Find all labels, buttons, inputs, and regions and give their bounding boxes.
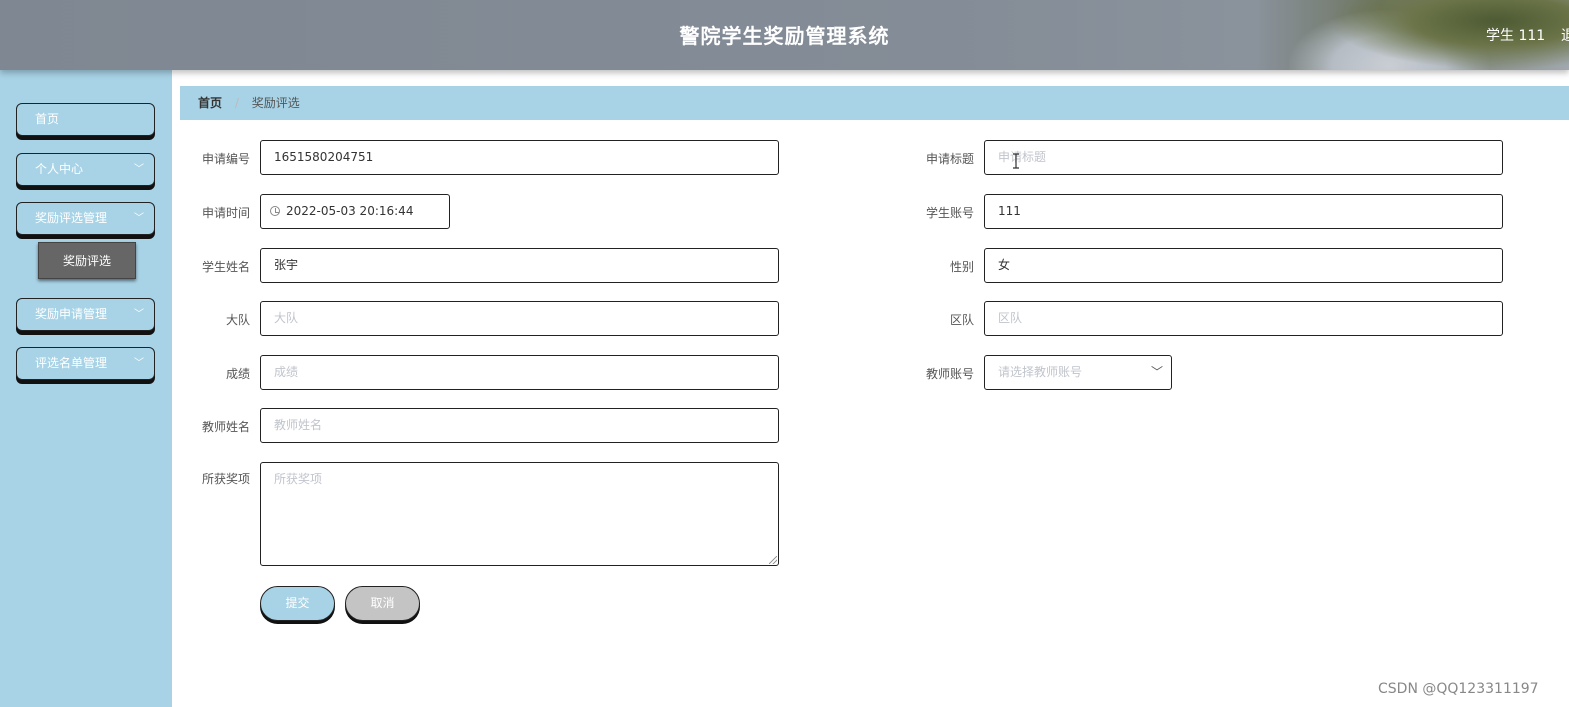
current-user-label: 学生 111 [1486,28,1546,44]
app-header: 警院学生奖励管理系统 学生 111 退 [0,0,1569,70]
resize-grip-icon[interactable] [769,556,777,564]
chevron-down-icon: ﹀ [134,309,144,320]
breadcrumb: 首页 / 奖励评选 [180,86,1569,120]
district-team-field[interactable]: 区队 [984,301,1503,336]
student-account-label: 学生账号 [925,206,974,220]
gender-label: 性别 [949,260,974,274]
application-time-value: 2022-05-03 20:16:44 [286,204,414,218]
chevron-down-icon: ﹀ [1150,365,1163,379]
district-team-label: 区队 [949,313,974,327]
application-time-label: 申请时间 [201,206,250,220]
brigade-field[interactable]: 大队 [260,301,779,336]
sidebar-item-selection-list-management[interactable]: 评选名单管理 ﹀ [16,347,155,380]
sidebar-item-label: 评选名单管理 [35,356,108,370]
app-title: 警院学生奖励管理系统 [679,24,890,48]
awards-placeholder: 所获奖项 [274,472,323,486]
cancel-button[interactable]: 取消 [345,586,420,621]
chevron-down-icon: ﹀ [134,358,144,369]
teacher-account-placeholder: 请选择教师账号 [998,365,1083,379]
sidebar-item-home[interactable]: 首页 [16,103,155,136]
submit-button[interactable]: 提交 [260,586,335,621]
application-title-label: 申请标题 [925,152,974,166]
application-no-field[interactable]: 1651580204751 [260,140,779,175]
brigade-label: 大队 [225,313,250,327]
sidebar-subitem-award-selection[interactable]: 奖励评选 [38,242,136,279]
gender-field[interactable]: 女 [984,248,1503,283]
score-field[interactable]: 成绩 [260,355,779,390]
sidebar-item-award-selection-management[interactable]: 奖励评选管理 ﹀ [16,202,155,235]
student-account-field[interactable]: 111 [984,194,1503,229]
sidebar-item-personal-center[interactable]: 个人中心 ﹀ [16,153,155,186]
chevron-down-icon: ﹀ [134,164,144,175]
teacher-name-field[interactable]: 教师姓名 [260,408,779,443]
text-cursor-icon [1013,153,1019,169]
application-no-label: 申请编号 [201,152,250,166]
teacher-name-label: 教师姓名 [201,420,250,434]
sidebar-item-label: 奖励申请管理 [35,307,108,321]
sidebar-item-label: 首页 [35,112,60,126]
awards-textarea[interactable]: 所获奖项 [260,462,779,566]
awards-label: 所获奖项 [201,472,250,486]
watermark: CSDN @QQ123311197 [1378,681,1539,697]
application-time-picker[interactable]: 2022-05-03 20:16:44 [260,194,450,229]
sidebar-item-label: 奖励评选管理 [35,211,108,225]
score-label: 成绩 [225,367,250,381]
sidebar-item-label: 个人中心 [35,162,84,176]
teacher-account-label: 教师账号 [925,367,974,381]
breadcrumb-current: 奖励评选 [251,96,300,110]
chevron-down-icon: ﹀ [134,213,144,224]
teacher-account-select[interactable]: 请选择教师账号 ﹀ [984,355,1172,390]
application-title-field[interactable]: 申请标题 [984,140,1503,175]
logout-link[interactable]: 退 [1561,25,1569,45]
clock-icon [270,206,280,216]
breadcrumb-home[interactable]: 首页 [198,96,222,110]
student-name-field[interactable]: 张宇 [260,248,779,283]
student-name-label: 学生姓名 [201,260,250,274]
sidebar-item-award-application-management[interactable]: 奖励申请管理 ﹀ [16,298,155,331]
breadcrumb-separator: / [234,96,239,110]
